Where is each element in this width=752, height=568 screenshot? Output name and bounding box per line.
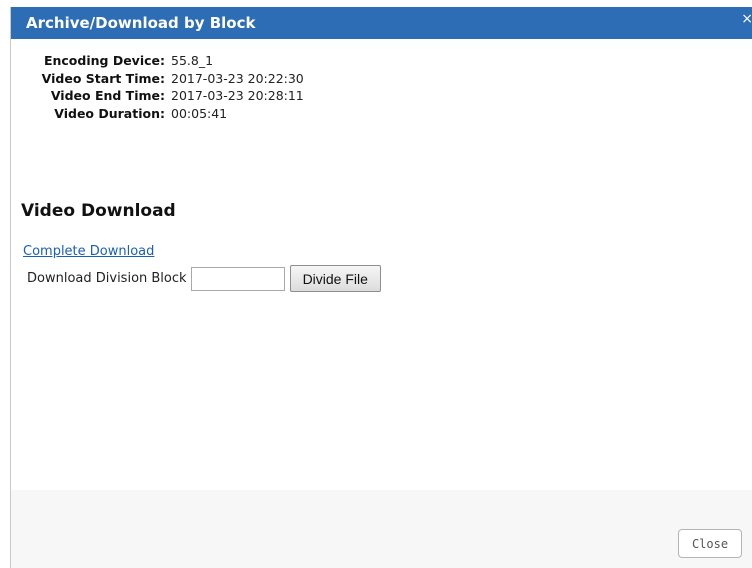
encoding-device-label: Encoding Device: [43, 53, 165, 68]
encoding-device-value: 55.8_1 [171, 53, 214, 68]
end-time-value: 2017-03-23 20:28:11 [171, 88, 304, 103]
dialog-title-bar[interactable]: Archive/Download by Block × [11, 7, 752, 39]
video-info: Encoding Device: 55.8_1 Video Start Time… [25, 52, 304, 122]
dialog-title: Archive/Download by Block [26, 14, 256, 32]
division-block-label: Download Division Block [27, 271, 187, 286]
info-row-start-time: Video Start Time: 2017-03-23 20:22:30 [25, 70, 304, 88]
divide-file-button[interactable]: Divide File [289, 265, 381, 292]
start-time-label: Video Start Time: [41, 70, 165, 86]
video-download-heading: Video Download [21, 201, 176, 221]
division-block-input[interactable] [190, 266, 285, 291]
archive-download-dialog: Archive/Download by Block × Encoding Dev… [10, 7, 752, 568]
close-button[interactable]: Close [678, 529, 742, 558]
duration-label: Video Duration: [54, 105, 165, 121]
duration-value: 00:05:41 [171, 105, 228, 121]
info-row-end-time: Video End Time: 2017-03-23 20:28:11 [25, 87, 304, 105]
info-row-encoding-device: Encoding Device: 55.8_1 [25, 52, 304, 70]
complete-download-link[interactable]: Complete Download [23, 244, 154, 259]
end-time-label: Video End Time: [50, 88, 165, 103]
start-time-value: 2017-03-23 20:22:30 [171, 70, 304, 86]
division-block-row: Download Division Block Divide File [27, 265, 381, 292]
close-icon[interactable]: × [741, 12, 752, 26]
dialog-footer: Close [11, 490, 752, 568]
info-row-duration: Video Duration: 00:05:41 [25, 105, 304, 123]
